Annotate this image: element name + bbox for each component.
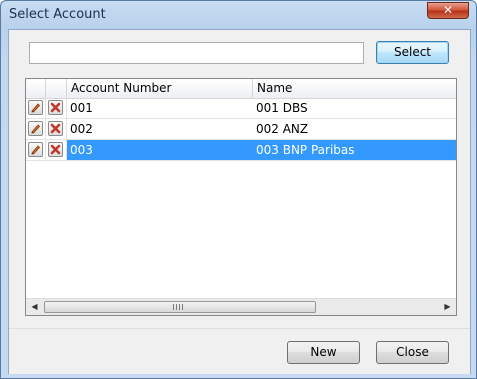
dialog-footer: New Close xyxy=(9,328,470,374)
edit-cell xyxy=(26,140,46,160)
scroll-left-arrow-icon[interactable]: ◀ xyxy=(26,299,43,315)
delete-cell xyxy=(46,140,67,160)
account-name-cell: 001 DBS xyxy=(256,101,308,115)
table-row[interactable]: 001 001 DBS xyxy=(26,98,456,119)
edit-button[interactable] xyxy=(28,100,43,115)
scrollbar-thumb[interactable] xyxy=(44,301,316,313)
close-icon: ✕ xyxy=(442,3,454,17)
select-button[interactable]: Select xyxy=(376,41,449,64)
pencil-icon xyxy=(31,103,41,113)
close-button[interactable]: Close xyxy=(376,341,449,364)
delete-button[interactable] xyxy=(48,121,63,136)
delete-x-icon xyxy=(50,144,61,155)
account-name-cell: 002 ANZ xyxy=(256,122,309,136)
edit-button[interactable] xyxy=(28,121,43,136)
header-delete-column xyxy=(46,79,67,98)
header-account-number[interactable]: Account Number xyxy=(67,79,253,98)
horizontal-scrollbar[interactable]: ◀ ▶ xyxy=(26,298,456,315)
accounts-grid: Account Number Name 001 001 DBS 002 002 … xyxy=(25,78,457,316)
delete-cell xyxy=(46,98,67,118)
edit-cell xyxy=(26,119,46,139)
account-number-cell: 002 xyxy=(70,122,93,136)
delete-button[interactable] xyxy=(48,142,63,157)
title-bar[interactable]: Select Account ✕ xyxy=(1,1,476,29)
grip-icon xyxy=(173,304,183,310)
delete-x-icon xyxy=(50,102,61,113)
edit-button[interactable] xyxy=(28,142,43,157)
account-name-cell: 003 BNP Paribas xyxy=(253,140,456,160)
window-title: Select Account xyxy=(9,7,106,22)
new-button[interactable]: New xyxy=(287,341,360,364)
delete-cell xyxy=(46,119,67,139)
account-number-cell: 001 xyxy=(70,101,93,115)
window-close-button[interactable]: ✕ xyxy=(427,2,469,19)
scroll-right-arrow-icon[interactable]: ▶ xyxy=(439,299,456,315)
table-row[interactable]: 002 002 ANZ xyxy=(26,119,456,140)
grid-header: Account Number Name xyxy=(26,79,456,99)
header-name[interactable]: Name xyxy=(253,79,456,98)
delete-button[interactable] xyxy=(48,100,63,115)
table-row-selected[interactable]: 003 003 BNP Paribas xyxy=(26,140,456,161)
pencil-icon xyxy=(31,124,41,134)
account-search-input[interactable] xyxy=(29,42,364,64)
select-account-window: Select Account ✕ Select Account Number N… xyxy=(0,0,477,379)
dialog-client-area: Select Account Number Name 001 001 DBS 0… xyxy=(8,29,471,374)
account-number-cell: 003 xyxy=(67,140,253,160)
header-edit-column xyxy=(26,79,46,98)
edit-cell xyxy=(26,98,46,118)
delete-x-icon xyxy=(50,123,61,134)
pencil-icon xyxy=(31,145,41,155)
